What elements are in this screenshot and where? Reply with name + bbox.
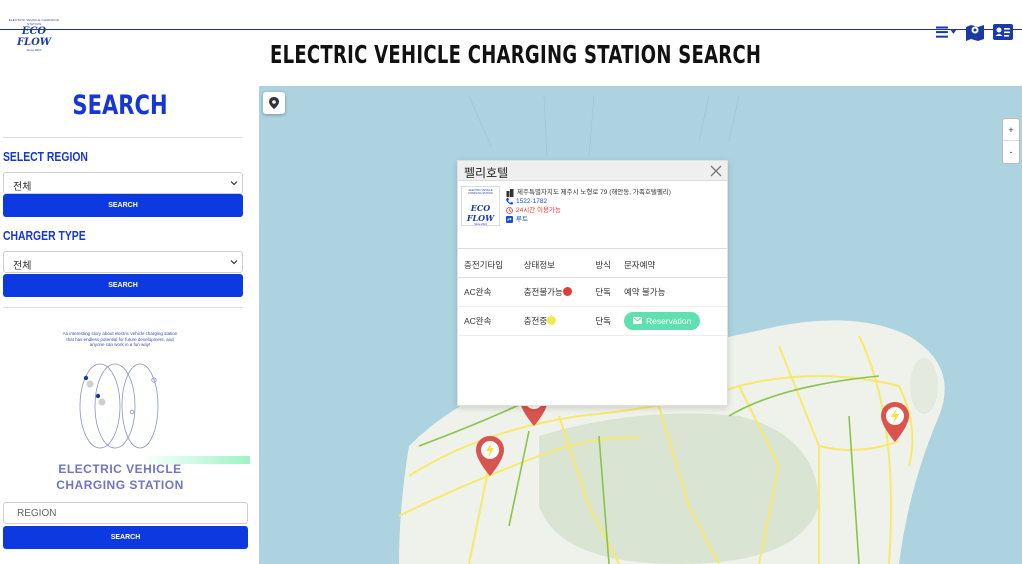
zoom-in-button[interactable]: + xyxy=(1003,119,1019,141)
column-header: 충전기타입 xyxy=(458,253,518,278)
station-logo-wordmark: ECO FLOW xyxy=(466,203,495,223)
reserve-cell: 예약 불가능 xyxy=(617,277,727,307)
method-cell: 단독 xyxy=(589,277,618,307)
site-logo[interactable]: ELECTRIC VEHICLE CHARGING STATION ECO FL… xyxy=(8,18,60,52)
menu-icon[interactable] xyxy=(936,22,958,42)
reserve-cell: Reservation xyxy=(617,306,727,336)
region-label: SELECT REGION xyxy=(3,149,88,164)
station-logo-tagline: ELECTRIC VEHICLE CHARGING STATION xyxy=(468,189,493,195)
popup-divider xyxy=(458,248,727,249)
column-header: 방식 xyxy=(589,253,618,278)
region-select-value: 전체 xyxy=(13,182,32,193)
promo-title: ELECTRIC VEHICLE CHARGING STATION xyxy=(56,462,184,492)
map-icon[interactable] xyxy=(964,22,986,42)
status-dot-charging xyxy=(547,315,557,325)
envelope-icon xyxy=(632,317,642,324)
promo-illustration xyxy=(79,363,159,449)
charger-table-header: 충전기타입 상태정보 방식 문자예약 xyxy=(458,253,727,278)
popup-header: 펠리호텔 xyxy=(458,161,727,181)
page-title: ELECTRIC VEHICLE CHARGING STATION SEARCH xyxy=(270,40,762,69)
sidebar-divider xyxy=(3,137,243,138)
station-address: 제주특별자치도 제주시 노형로 79 (해안동, 가족호텔펠리) xyxy=(517,189,671,196)
method-cell: 단독 xyxy=(589,306,618,336)
status-cell: 충전불가능 xyxy=(517,277,590,307)
my-location-button[interactable] xyxy=(263,92,285,114)
station-hours: 24시간 이용가능 xyxy=(516,207,561,214)
reservation-button[interactable]: Reservation xyxy=(623,311,701,330)
phone-icon xyxy=(506,198,513,205)
logo-tagline: ELECTRIC VEHICLE CHARGING STATION xyxy=(8,18,60,26)
logo-wordmark: ECO FLOW xyxy=(16,26,52,48)
status-cell: 충전중 xyxy=(517,306,590,336)
column-header: 상태정보 xyxy=(517,253,590,278)
table-row: AC완속 충전불가능 단독 예약 불가능 xyxy=(458,277,727,307)
station-popup: 펠리호텔 ELECTRIC VEHICLE CHARGING STATION E… xyxy=(457,160,728,406)
reservation-button-label: Reservation xyxy=(645,315,692,326)
map-view[interactable]: + - 펠리호텔 ELECTRIC VEHICLE CHARGING STATI… xyxy=(259,86,1022,564)
region-select[interactable]: 전체 xyxy=(3,172,243,194)
charging-station-marker[interactable] xyxy=(475,436,505,476)
charger-type-cell: AC완속 xyxy=(458,277,518,307)
header-divider xyxy=(0,29,1022,30)
chevron-down-icon xyxy=(230,181,238,186)
station-logo-since: Since 2024 xyxy=(474,223,487,226)
close-icon[interactable] xyxy=(709,164,723,178)
zoom-control: + - xyxy=(1002,118,1020,164)
logo-since: Since 2024 xyxy=(26,48,42,52)
route-link[interactable]: 루트 xyxy=(516,215,528,224)
charger-table: 충전기타입 상태정보 방식 문자예약 AC완속 충전불가능 단독 예약 불가능 … xyxy=(458,253,727,336)
station-logo: ELECTRIC VEHICLE CHARGING STATION ECO FL… xyxy=(461,186,500,226)
clock-icon xyxy=(506,207,513,214)
search-heading: SEARCH xyxy=(72,90,168,121)
charger-type-cell: AC완속 xyxy=(458,306,518,336)
charger-type-label: CHARGER TYPE xyxy=(3,228,86,243)
station-info: 제주특별자치도 제주시 노형로 79 (해안동, 가족호텔펠리) 1522-17… xyxy=(506,188,671,224)
column-header: 문자예약 xyxy=(617,253,727,278)
region-search-button[interactable]: SEARCH xyxy=(3,194,243,217)
region-input-search-button[interactable]: SEARCH xyxy=(3,526,248,549)
chevron-down-icon xyxy=(230,260,238,265)
station-name: 펠리호텔 xyxy=(464,166,509,180)
route-icon xyxy=(506,216,513,223)
contact-card-icon[interactable] xyxy=(992,22,1014,42)
charger-type-select[interactable]: 전체 xyxy=(3,251,243,273)
status-text: 충전중 xyxy=(523,315,548,326)
status-text: 충전불가능 xyxy=(523,286,563,297)
building-icon xyxy=(506,188,514,197)
promo-text: An interesting story about electric vehi… xyxy=(62,331,178,347)
charging-station-marker[interactable] xyxy=(880,402,910,442)
location-pin-icon xyxy=(269,97,279,109)
sidebar-divider xyxy=(3,307,243,308)
charger-search-button[interactable]: SEARCH xyxy=(3,274,243,297)
region-input[interactable]: REGION xyxy=(3,502,248,524)
charger-type-select-value: 전체 xyxy=(13,261,32,272)
station-phone[interactable]: 1522-1782 xyxy=(516,197,547,206)
zoom-out-button[interactable]: - xyxy=(1003,141,1019,163)
header-actions xyxy=(936,22,1014,42)
status-dot-unavailable xyxy=(562,286,572,296)
sidebar: SEARCH SELECT REGION 전체 SEARCH CHARGER T… xyxy=(0,86,250,564)
table-row: AC완속 충전중 단독 Reservation xyxy=(458,306,727,336)
